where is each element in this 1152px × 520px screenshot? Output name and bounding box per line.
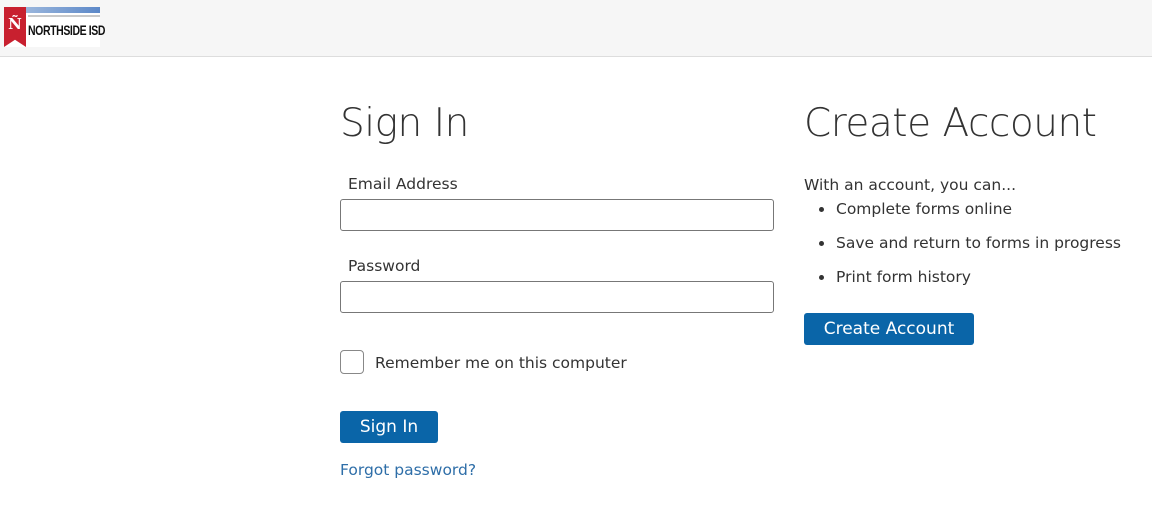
feature-item: Print form history	[804, 266, 1121, 300]
bullet-icon	[819, 241, 824, 246]
create-account-intro: With an account, you can...	[804, 176, 1017, 194]
bullet-icon	[819, 207, 824, 212]
logo-tagline	[28, 15, 100, 17]
logo-name: NORTHSIDE ISD	[28, 23, 106, 40]
feature-text: Complete forms online	[836, 200, 1013, 218]
feature-text: Save and return to forms in progress	[836, 234, 1121, 252]
northside-isd-logo[interactable]: Ñ NORTHSIDE ISD	[4, 7, 106, 47]
forgot-password-link[interactable]: Forgot password?	[340, 461, 476, 479]
create-account-button[interactable]: Create Account	[804, 313, 974, 345]
sign-in-button[interactable]: Sign In	[340, 411, 438, 443]
logo-blue-bar	[26, 7, 100, 13]
remember-me-label[interactable]: Remember me on this computer	[375, 354, 627, 372]
feature-text: Print form history	[836, 268, 971, 286]
bullet-icon	[819, 275, 824, 280]
remember-me-checkbox[interactable]	[340, 350, 364, 374]
page-header: Ñ NORTHSIDE ISD	[0, 0, 1152, 57]
email-label: Email Address	[348, 175, 458, 193]
password-input[interactable]	[340, 281, 774, 313]
password-label: Password	[348, 257, 421, 275]
sign-in-title: Sign In	[340, 101, 469, 146]
sign-in-section: Sign In Email Address Password Remember …	[340, 98, 774, 479]
feature-list: Complete forms online Save and return to…	[804, 198, 1121, 300]
feature-item: Complete forms online	[804, 198, 1121, 232]
create-account-section: Create Account With an account, you can.…	[804, 98, 1144, 345]
feature-item: Save and return to forms in progress	[804, 232, 1121, 266]
email-input[interactable]	[340, 199, 774, 231]
logo-banner-icon: Ñ	[4, 7, 26, 47]
logo-letter: Ñ	[8, 15, 22, 33]
create-account-title: Create Account	[804, 101, 1097, 146]
